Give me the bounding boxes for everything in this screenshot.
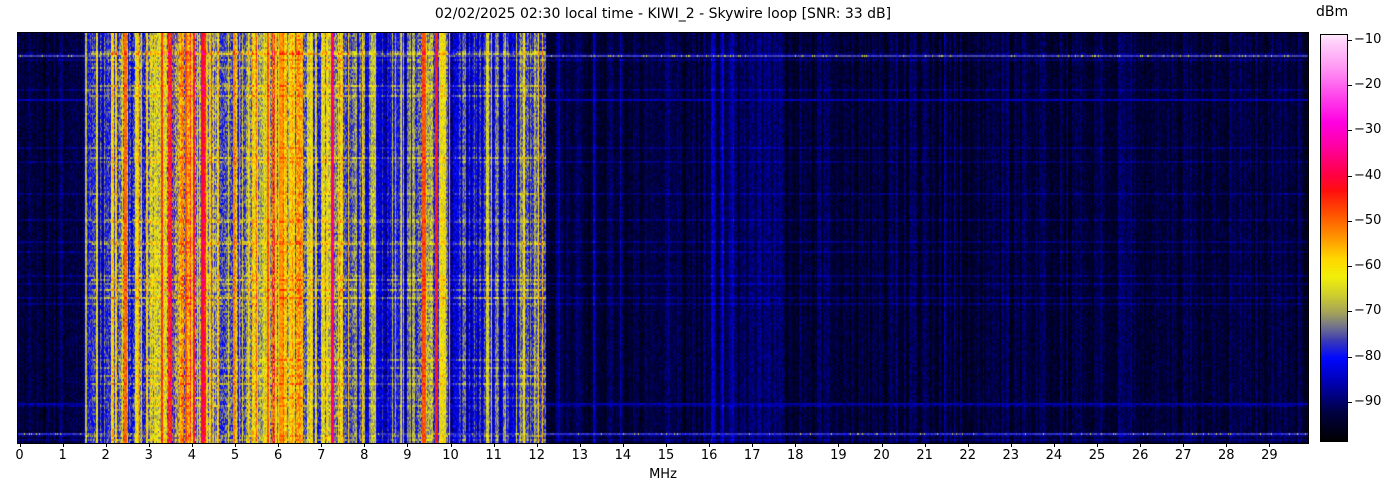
x-axis-tick: [623, 443, 624, 447]
x-axis-tick-label: 5: [231, 448, 239, 463]
x-axis-tick: [709, 443, 710, 447]
plot-title: 02/02/2025 02:30 local time - KIWI_2 - S…: [17, 6, 1309, 22]
x-axis-tick-label: 10: [442, 448, 459, 463]
x-axis-tick: [149, 443, 150, 447]
x-axis-tick: [278, 443, 279, 447]
x-axis-tick-label: 6: [274, 448, 282, 463]
x-axis-tick: [882, 443, 883, 447]
colorbar-tick: [1347, 40, 1352, 41]
x-axis-tick-label: 9: [403, 448, 411, 463]
x-axis-tick-label: 14: [615, 448, 632, 463]
x-axis-tick: [925, 443, 926, 447]
colorbar-tick-label: −80: [1354, 349, 1381, 364]
x-axis-tick: [1226, 443, 1227, 447]
colorbar-tick-label: −10: [1354, 32, 1381, 47]
x-axis-tick: [1140, 443, 1141, 447]
x-axis-tick-label: 12: [528, 448, 545, 463]
x-axis-tick-label: 27: [1175, 448, 1192, 463]
x-axis-tick: [838, 443, 839, 447]
x-axis-tick: [1183, 443, 1184, 447]
spectrogram: [18, 33, 1308, 443]
x-axis-tick: [1011, 443, 1012, 447]
colorbar-tick: [1347, 266, 1352, 267]
colorbar-tick: [1347, 402, 1352, 403]
x-axis-tick: [321, 443, 322, 447]
colorbar-tick-label: −90: [1354, 394, 1381, 409]
x-axis-tick-label: 0: [15, 448, 23, 463]
x-axis-tick-label: 29: [1261, 448, 1278, 463]
figure: 02/02/2025 02:30 local time - KIWI_2 - S…: [0, 0, 1400, 500]
x-axis-tick: [63, 443, 64, 447]
colorbar-tick-label: −50: [1354, 213, 1381, 228]
x-axis-tick-label: 17: [744, 448, 761, 463]
x-axis-tick-label: 15: [658, 448, 675, 463]
colorbar-tick: [1347, 311, 1352, 312]
x-axis-tick: [106, 443, 107, 447]
x-axis-tick-label: 2: [102, 448, 110, 463]
x-axis-tick: [968, 443, 969, 447]
x-axis-tick: [364, 443, 365, 447]
x-axis-tick-label: 3: [145, 448, 153, 463]
x-axis-tick: [795, 443, 796, 447]
x-axis-tick-label: 11: [485, 448, 502, 463]
x-axis-tick: [752, 443, 753, 447]
colorbar-tick-label: −20: [1354, 77, 1381, 92]
colorbar-frame: [1320, 34, 1348, 442]
x-axis-tick-label: 28: [1218, 448, 1235, 463]
colorbar-tick: [1347, 357, 1352, 358]
x-axis-tick: [494, 443, 495, 447]
x-axis-tick-label: 16: [701, 448, 718, 463]
x-axis-tick-label: 23: [1003, 448, 1020, 463]
x-axis-tick-label: 20: [873, 448, 890, 463]
colorbar: [1321, 35, 1347, 441]
colorbar-tick: [1347, 130, 1352, 131]
x-axis-tick: [407, 443, 408, 447]
x-axis-tick-label: 21: [916, 448, 933, 463]
x-axis-tick: [20, 443, 21, 447]
x-axis-tick-label: 4: [188, 448, 196, 463]
colorbar-tick-label: −60: [1354, 258, 1381, 273]
plot-frame: [17, 32, 1309, 444]
x-axis-tick-label: 18: [787, 448, 804, 463]
x-axis-label: MHz: [17, 467, 1309, 482]
x-axis-tick: [1054, 443, 1055, 447]
x-axis-tick: [192, 443, 193, 447]
x-axis-tick-label: 1: [58, 448, 66, 463]
x-axis-tick-label: 25: [1089, 448, 1106, 463]
x-axis-tick: [235, 443, 236, 447]
x-axis-tick: [537, 443, 538, 447]
x-axis-tick: [580, 443, 581, 447]
x-axis-tick-label: 22: [959, 448, 976, 463]
colorbar-tick: [1347, 221, 1352, 222]
colorbar-tick: [1347, 85, 1352, 86]
x-axis-tick-label: 24: [1046, 448, 1063, 463]
x-axis-tick-label: 26: [1132, 448, 1149, 463]
x-axis-tick-label: 19: [830, 448, 847, 463]
colorbar-tick-label: −70: [1354, 303, 1381, 318]
x-axis-tick: [1097, 443, 1098, 447]
x-axis-tick-label: 8: [360, 448, 368, 463]
colorbar-tick-label: −30: [1354, 122, 1381, 137]
x-axis-tick-label: 7: [317, 448, 325, 463]
colorbar-tick-label: −40: [1354, 168, 1381, 183]
x-axis-tick-label: 13: [572, 448, 589, 463]
x-axis-tick: [1269, 443, 1270, 447]
colorbar-tick: [1347, 176, 1352, 177]
x-axis-tick: [666, 443, 667, 447]
colorbar-label: dBm: [1316, 4, 1348, 20]
x-axis-tick: [451, 443, 452, 447]
